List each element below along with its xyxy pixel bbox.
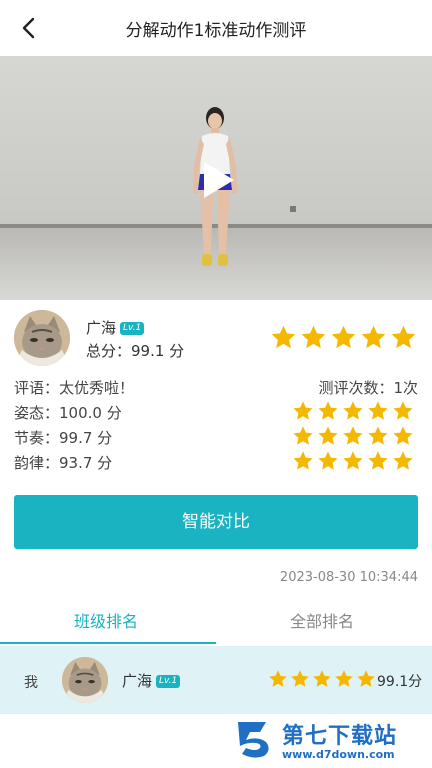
star-icon bbox=[393, 401, 413, 420]
metric-cadence-stars bbox=[292, 450, 414, 472]
star-icon bbox=[368, 451, 388, 470]
star-icon bbox=[269, 670, 287, 687]
page-title: 分解动作1标准动作测评 bbox=[125, 21, 307, 41]
evaluation-timestamp: 2023-08-30 10:34:44 bbox=[279, 570, 418, 585]
watermark-url: www.d7down.com bbox=[282, 748, 395, 761]
metric-cadence-label: 韵律：93.7 分 bbox=[14, 454, 113, 472]
star-icon bbox=[291, 670, 309, 687]
star-icon bbox=[331, 325, 356, 349]
avatar bbox=[14, 310, 70, 366]
watermark-text: 第七下载站 bbox=[282, 724, 398, 749]
smart-compare-button[interactable]: 智能对比 bbox=[14, 495, 418, 549]
ranking-user-name-row: 广海 Lv.1 bbox=[122, 670, 181, 691]
star-icon bbox=[293, 426, 313, 445]
star-icon bbox=[335, 670, 353, 687]
tab-class-ranking[interactable]: 班级排名 bbox=[74, 608, 138, 632]
ranking-row[interactable]: 我 广海 Lv.1 99.1分 bbox=[0, 646, 432, 714]
active-tab-indicator bbox=[0, 642, 216, 644]
watermark-logo-icon bbox=[238, 722, 269, 758]
video-player[interactable] bbox=[0, 56, 432, 300]
user-name: 广海 bbox=[86, 319, 117, 337]
star-icon bbox=[368, 401, 388, 420]
star-icon bbox=[343, 451, 363, 470]
play-icon[interactable] bbox=[194, 158, 238, 202]
cat-avatar-icon bbox=[14, 310, 70, 366]
ranking-stars bbox=[268, 669, 376, 689]
ranking-me-label: 我 bbox=[24, 675, 38, 691]
level-badge: Lv.1 bbox=[120, 322, 145, 335]
star-icon bbox=[301, 325, 326, 349]
star-icon bbox=[391, 325, 416, 349]
star-icon bbox=[293, 401, 313, 420]
star-icon bbox=[318, 401, 338, 420]
star-icon bbox=[343, 401, 363, 420]
comment-text: 评语：太优秀啦！ bbox=[14, 379, 135, 397]
ranking-level-badge: Lv.1 bbox=[156, 675, 181, 688]
star-icon bbox=[368, 426, 388, 445]
metric-posture-stars bbox=[292, 400, 414, 422]
evaluation-count: 测评次数：1次 bbox=[318, 379, 418, 397]
star-icon bbox=[271, 325, 296, 349]
cat-avatar-icon bbox=[62, 657, 108, 703]
star-icon bbox=[357, 670, 375, 687]
user-name-row: 广海 Lv.1 bbox=[86, 317, 145, 338]
star-icon bbox=[343, 426, 363, 445]
site-watermark: 第七下载站 www.d7down.com bbox=[236, 716, 432, 768]
ranking-score: 99.1分 bbox=[377, 674, 423, 690]
metric-rhythm-stars bbox=[292, 425, 414, 447]
top-bar: 分解动作1标准动作测评 bbox=[0, 0, 432, 56]
ranking-user-name: 广海 bbox=[122, 672, 153, 690]
star-icon bbox=[318, 451, 338, 470]
tab-all-ranking[interactable]: 全部排名 bbox=[290, 608, 354, 632]
star-icon bbox=[393, 426, 413, 445]
star-icon bbox=[393, 451, 413, 470]
overall-rating-stars bbox=[270, 324, 417, 351]
ranking-avatar bbox=[62, 657, 108, 703]
video-wall-outlet bbox=[290, 206, 296, 212]
star-icon bbox=[361, 325, 386, 349]
star-icon bbox=[313, 670, 331, 687]
metric-rhythm-label: 节奏：99.7 分 bbox=[14, 429, 113, 447]
metric-posture-label: 姿态：100.0 分 bbox=[14, 404, 122, 422]
star-icon bbox=[318, 426, 338, 445]
total-score: 总分：99.1 分 bbox=[86, 342, 185, 360]
star-icon bbox=[293, 451, 313, 470]
